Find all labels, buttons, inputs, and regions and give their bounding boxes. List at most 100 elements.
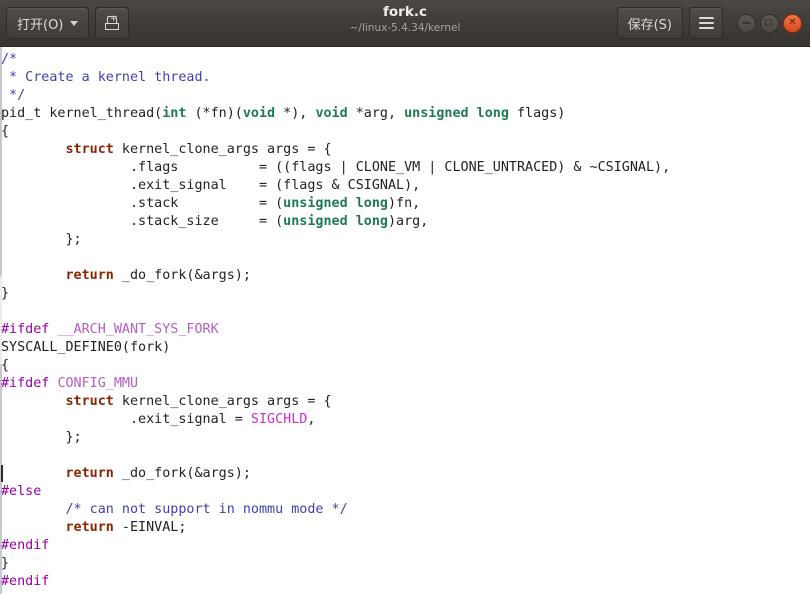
code-token-ctl: return	[65, 520, 114, 535]
code-line: .stack = (unsigned long)fn,	[1, 195, 670, 213]
chevron-down-icon	[70, 20, 79, 26]
code-line: pid_t kernel_thread(int (*fn)(void *), v…	[1, 105, 670, 123]
code-token: ,	[307, 412, 316, 427]
code-token-cmt: */	[1, 88, 26, 103]
code-token-kw: void	[242, 106, 276, 121]
code-editor[interactable]: /* * Create a kernel thread. */ pid_t ker…	[0, 47, 810, 594]
hamburger-menu-icon	[698, 17, 714, 29]
save-as-button[interactable]: +	[95, 7, 130, 39]
code-token: -EINVAL;	[113, 520, 187, 535]
code-token: SYSCALL_DEFINE0(fork)	[1, 340, 171, 355]
code-line: /* can not support in nommu mode */	[1, 501, 670, 519]
code-line: return _do_fork(&args);	[1, 465, 670, 483]
code-token: _do_fork(&args);	[113, 466, 251, 481]
code-line: SYSCALL_DEFINE0(fork)	[1, 339, 670, 357]
window-titlebar: 打开(O) + fork.c ~/linux-5.4.34/kernel 保存(…	[0, 0, 810, 47]
code-line: struct kernel_clone_args args = {	[1, 141, 670, 159]
code-token: .stack_size = (	[1, 214, 284, 229]
code-token: .exit_signal = (flags & CSIGNAL),	[1, 178, 421, 193]
main-menu-button[interactable]	[689, 7, 723, 39]
code-token: kernel_clone_args args = {	[113, 394, 332, 409]
code-token: }	[1, 556, 10, 571]
code-token: kernel_clone_args args = {	[113, 142, 332, 157]
code-token-cmt: /* can not support in nommu mode */	[65, 502, 348, 517]
plus-glyph: +	[109, 14, 118, 24]
code-line: */	[1, 87, 670, 105]
code-token-kw: unsigned long	[404, 106, 509, 121]
code-line: .exit_signal = SIGCHLD,	[1, 411, 670, 429]
code-line: #endif	[1, 573, 670, 591]
code-line: #ifdef __ARCH_WANT_SYS_FORK	[1, 321, 670, 339]
code-token-pp: #ifdef	[1, 322, 50, 337]
close-button[interactable]: ✕	[783, 13, 802, 33]
editor-left-edge-scrollbar[interactable]	[0, 47, 2, 594]
code-token: *),	[275, 106, 316, 121]
text-cursor	[1, 465, 3, 482]
code-token-kw: unsigned long	[283, 214, 388, 229]
save-as-icon: +	[105, 14, 120, 30]
code-token: flags)	[508, 106, 566, 121]
code-token-ppid: __ARCH_WANT_SYS_FORK	[57, 322, 219, 337]
code-token-ctl: return	[65, 268, 114, 283]
code-token: }	[1, 286, 10, 301]
code-line: #ifdef CONFIG_MMU	[1, 375, 670, 393]
code-token: .stack = (	[1, 196, 284, 211]
code-token-kw: unsigned long	[283, 196, 388, 211]
code-token-pp: #ifdef	[1, 376, 50, 391]
maximize-button[interactable]	[760, 13, 779, 33]
code-line: return -EINVAL;	[1, 519, 670, 537]
code-line: {	[1, 357, 670, 375]
code-token-ctl: struct	[65, 142, 114, 157]
titlebar-right-group: 保存(S) ✕	[616, 7, 804, 39]
code-text-area[interactable]: /* * Create a kernel thread. */ pid_t ker…	[0, 47, 670, 591]
save-button-label: 保存(S)	[627, 17, 672, 33]
open-button-label: 打开(O)	[17, 17, 64, 33]
code-token: *arg,	[347, 106, 405, 121]
code-token: (*fn)(	[186, 106, 243, 121]
code-line: #else	[1, 483, 670, 501]
code-token: {	[1, 124, 10, 139]
code-token-pp: #else	[1, 484, 42, 499]
window-controls: ✕	[737, 13, 802, 33]
code-line: /*	[1, 51, 670, 69]
code-line: #endif	[1, 537, 670, 555]
code-line: * Create a kernel thread.	[1, 69, 670, 87]
code-token-ppid: CONFIG_MMU	[57, 376, 139, 391]
code-token: )fn,	[387, 196, 421, 211]
code-line: .stack_size = (unsigned long)arg,	[1, 213, 670, 231]
minimize-button[interactable]	[737, 13, 756, 33]
code-token-kw: int	[162, 106, 187, 121]
close-icon: ✕	[788, 17, 797, 28]
code-line: }	[1, 285, 670, 303]
code-token-ctl: struct	[65, 394, 114, 409]
code-token-pp: #endif	[1, 538, 50, 553]
code-line: .exit_signal = (flags & CSIGNAL),	[1, 177, 670, 195]
titlebar-left-group: 打开(O) +	[6, 7, 130, 39]
code-token: .flags = ((flags | CLONE_VM | CLONE_UNTR…	[1, 160, 671, 175]
open-button[interactable]: 打开(O)	[6, 7, 90, 39]
code-token-cmt: * Create a kernel thread.	[1, 70, 211, 85]
code-line: .flags = ((flags | CLONE_VM | CLONE_UNTR…	[1, 159, 670, 177]
code-line: {	[1, 123, 670, 141]
code-token-cmt: /*	[1, 52, 18, 67]
code-line: struct kernel_clone_args args = {	[1, 393, 670, 411]
code-line: };	[1, 231, 670, 249]
maximize-icon	[765, 18, 772, 26]
code-token: .exit_signal =	[1, 412, 251, 427]
code-token: )arg,	[387, 214, 429, 229]
code-token: };	[1, 430, 82, 445]
code-token-kw: void	[315, 106, 348, 121]
code-token-macro: SIGCHLD	[250, 412, 308, 427]
code-token-pp: #endif	[1, 574, 50, 589]
code-line: return _do_fork(&args);	[1, 267, 670, 285]
code-line: };	[1, 429, 670, 447]
save-button[interactable]: 保存(S)	[616, 7, 683, 39]
